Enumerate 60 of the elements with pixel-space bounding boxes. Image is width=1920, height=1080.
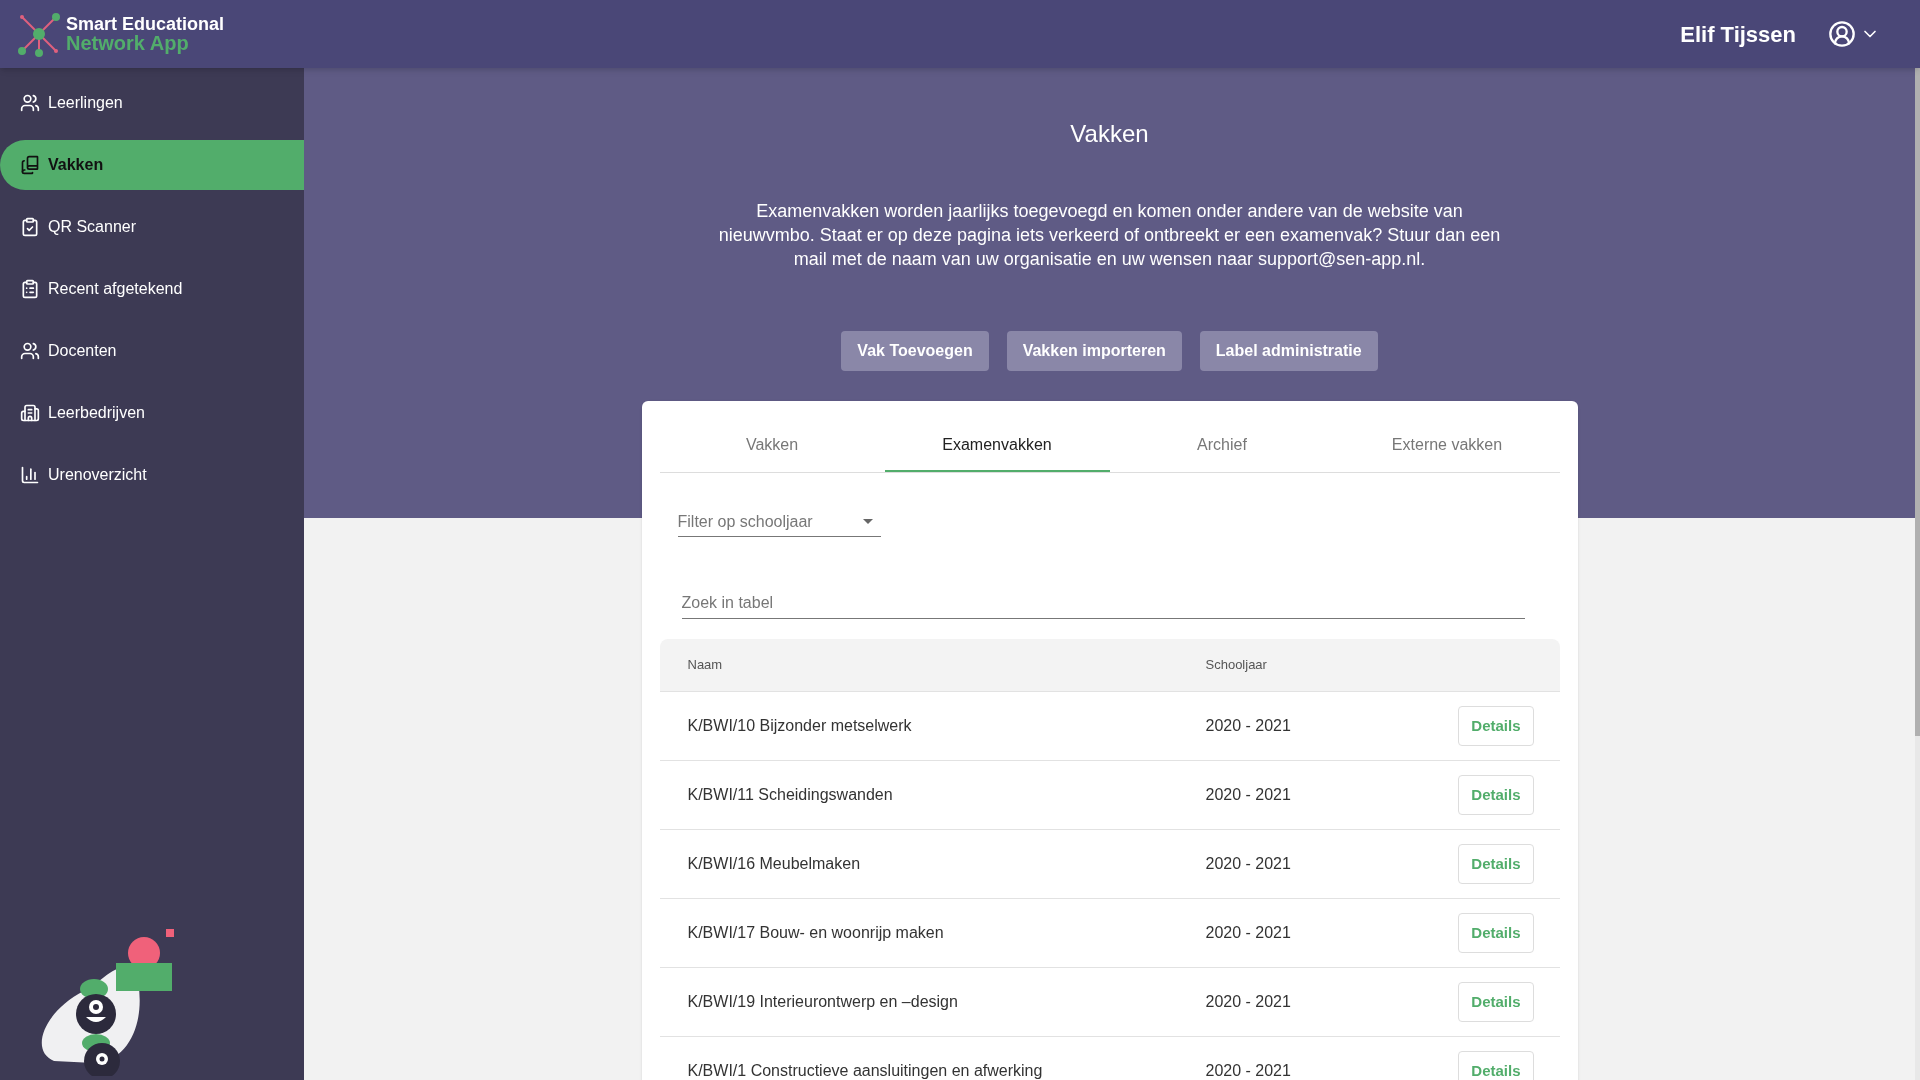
search-field[interactable]: Zoek in tabel — [681, 587, 1525, 619]
sidebar-item[interactable]: Leerbedrijven — [0, 388, 304, 438]
sidebar-label: Recent afgetekend — [48, 279, 183, 299]
people-icon — [20, 341, 40, 361]
table-cell-text: K/BWI/1 Constructieve aansluitingen en afwerking — [687, 1061, 1044, 1080]
table-cell-text: 2020 - 2021 — [1205, 785, 1291, 805]
details-button[interactable]: Details — [1458, 1051, 1534, 1080]
dropdown-caret-icon — [862, 519, 873, 524]
sidebar-item[interactable]: QR Scanner — [0, 202, 304, 252]
tab[interactable]: Archief — [1109, 419, 1335, 472]
table-cell-text: 2020 - 2021 — [1205, 854, 1291, 874]
scrollbar-thumb[interactable] — [1915, 68, 1920, 736]
bar-chart-icon — [20, 465, 40, 485]
table-cell-text: 2020 - 2021 — [1205, 923, 1291, 943]
details-button[interactable]: Details — [1458, 775, 1534, 815]
action-button[interactable]: Vak Toevoegen — [841, 331, 989, 371]
tab[interactable]: Examenvakken — [884, 419, 1110, 472]
account-icon — [1828, 20, 1856, 48]
sidebar-label: Docenten — [48, 341, 117, 361]
table-cell-text: K/BWI/17 Bouw- en woonrijp maken — [687, 923, 945, 943]
building-icon — [20, 403, 40, 423]
sidebar-item[interactable]: Docenten — [0, 326, 304, 376]
details-button[interactable]: Details — [1458, 982, 1534, 1022]
sidebar-label: Vakken — [48, 155, 104, 175]
details-button[interactable]: Details — [1458, 913, 1534, 953]
table-cell-text: 2020 - 2021 — [1205, 992, 1291, 1012]
column-header: Naam — [687, 656, 724, 675]
details-button[interactable]: Details — [1458, 706, 1534, 746]
sidebar-label: QR Scanner — [48, 217, 137, 237]
user-name: Elif Tijssen — [1680, 20, 1796, 49]
network-logo-icon — [16, 11, 62, 57]
books-icon — [20, 155, 40, 175]
column-header: Schooljaar — [1205, 656, 1267, 675]
clipboard-icon — [20, 279, 40, 299]
tab[interactable]: Externe vakken — [1334, 419, 1560, 472]
sidebar-label: Leerlingen — [48, 93, 123, 113]
table-cell-text: K/BWI/16 Meubelmaken — [687, 854, 862, 874]
tab[interactable]: Vakken — [659, 419, 885, 472]
sidebar-item[interactable]: Leerlingen — [0, 78, 304, 128]
clipboard-check-icon — [20, 217, 40, 237]
table-cell-text: 2020 - 2021 — [1205, 716, 1291, 736]
table-cell-text: K/BWI/10 Bijzonder metselwerk — [687, 716, 913, 736]
table-cell-text: K/BWI/11 Scheidingswanden — [687, 785, 894, 805]
action-button[interactable]: Vakken importeren — [1006, 331, 1182, 371]
sidebar-label: Leerbedrijven — [48, 403, 145, 423]
table-cell-text: 2020 - 2021 — [1205, 1061, 1291, 1080]
page-title: Vakken — [1070, 119, 1149, 149]
sidebar-item[interactable]: Urenoverzicht — [0, 450, 304, 500]
schoolyear-filter[interactable]: Filter op schooljaar — [677, 507, 881, 537]
action-button[interactable]: Label administratie — [1199, 331, 1378, 371]
sidebar-item[interactable]: Recent afgetekend — [0, 264, 304, 314]
logo-text: Network App — [66, 34, 190, 53]
details-button[interactable]: Details — [1458, 844, 1534, 884]
people-icon — [20, 93, 40, 113]
intro-text: Examenvakken worden jaarlijks toegevoegd en komen onder andere van de website van nieuwvmbo. Staat er op deze pagina iets verkeerd of ontbreekt er een examenvak? Stuur dan een mail met de naam van uw organisatie en uw wensen naar support@sen-app.nl. — [717, 200, 1502, 271]
filter-placeholder: Filter op schooljaar — [677, 511, 813, 532]
table-cell-text: K/BWI/19 Interieurontwerp en –design — [687, 992, 959, 1012]
logo-text: Smart Educational — [66, 15, 225, 34]
sidebar-label: Urenoverzicht — [48, 465, 147, 485]
sidebar-item[interactable]: Vakken — [0, 140, 304, 190]
